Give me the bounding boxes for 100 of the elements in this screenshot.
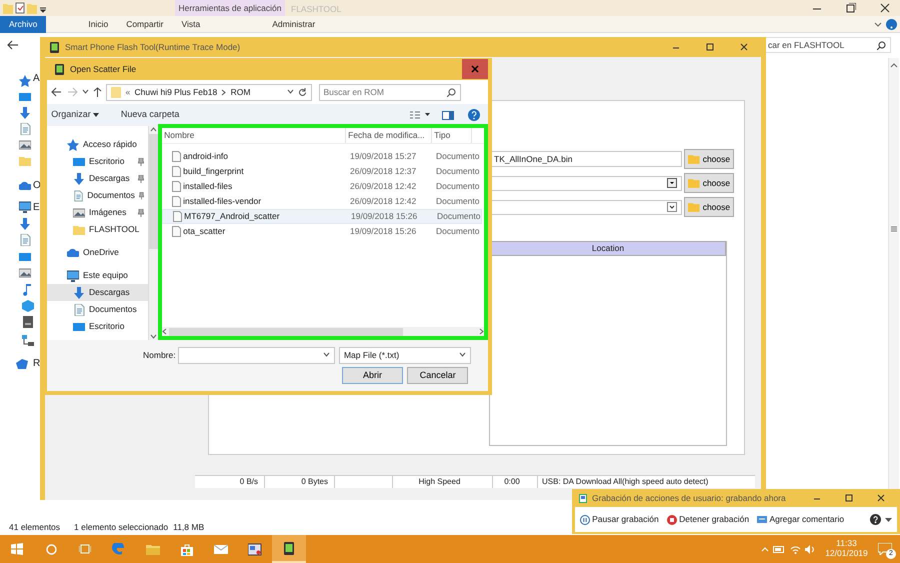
ribbon-tab[interactable]: Archivo [0,16,46,33]
breadcrumb-overflow[interactable]: « [126,86,130,98]
toolbar-button[interactable]: Pausar grabación [580,513,659,526]
close-icon[interactable] [880,3,890,13]
status-text: 41 elementos [9,521,60,534]
music-icon [23,284,33,296]
scroll-down-icon[interactable] [150,334,157,340]
nav-item[interactable]: FLASHTOOL [47,221,148,238]
view-options-icon[interactable] [410,111,430,119]
toolbar-button[interactable]: Detener grabación [667,513,750,526]
file-type-dropdown[interactable]: Map File (*.txt) [338,346,471,364]
file-row[interactable]: installed-files-vendor 26/09/2018 12:42 Documento [162,194,482,209]
column-header[interactable]: Tipo [432,128,472,143]
search-icon[interactable] [446,88,456,96]
search-icon[interactable] [877,40,886,50]
cancel-button[interactable]: Cancelar [407,367,468,384]
column-header[interactable]: Fecha de modifica... [346,128,432,143]
envelope-icon [214,542,228,556]
dropdown-icon[interactable] [322,352,330,358]
toolbar-button[interactable]: Agregar comentario [757,513,844,526]
file-row[interactable]: build_fingerprint 26/09/2018 12:37 Documento [162,164,482,179]
close-icon[interactable] [739,42,749,52]
chevron-up-icon[interactable] [761,546,770,552]
nav-item[interactable]: Documentos [47,187,148,204]
dropdown-field[interactable] [489,176,682,190]
maximize-icon[interactable] [705,42,715,52]
maximize-icon[interactable] [844,493,854,503]
up-arrow-icon[interactable] [93,87,102,97]
scroll-left-icon[interactable] [162,328,167,335]
wifi-icon[interactable] [790,544,801,554]
toolbar-button[interactable]: Nueva carpeta [120,108,180,122]
speaker-icon[interactable] [804,544,815,554]
ribbon-tab[interactable]: Inicio [79,16,118,33]
pin-icon[interactable] [138,208,144,216]
scroll-up-icon[interactable] [890,62,898,68]
help-icon[interactable] [870,514,881,525]
search-circle-icon[interactable] [46,544,56,554]
maximize-icon[interactable] [846,3,856,13]
ribbon-tab[interactable]: Compartir [117,16,172,33]
notification-icon[interactable] [878,543,892,556]
file-path-field[interactable]: TK_AllInOne_DA.bin [489,151,682,167]
battery-icon[interactable] [773,546,786,552]
breadcrumb-item[interactable]: ROM [230,86,251,98]
choose-button[interactable]: choose [684,197,734,217]
choose-button[interactable]: choose [684,173,734,193]
pin-icon[interactable] [138,192,144,200]
search-field[interactable]: car en FLASHTOOL [763,37,891,53]
refresh-icon[interactable] [298,88,308,96]
search-field[interactable]: Buscar en ROM [318,84,460,100]
nav-item[interactable]: Acceso rápido [47,136,148,153]
scroll-right-icon[interactable] [479,328,484,335]
nav-item-label[interactable]: R [33,356,40,371]
nav-item[interactable]: Imágenes [47,204,148,221]
taskbar-button[interactable] [272,535,306,563]
scrollbar-thumb[interactable] [149,134,158,249]
file-icon [172,181,181,192]
close-icon[interactable] [876,493,886,503]
breadcrumb-item[interactable]: Chuwi hi9 Plus Feb18 [134,86,218,98]
file-row[interactable]: android-info 19/09/2018 15:27 Documento [162,149,482,164]
nav-item[interactable]: Escritorio [47,318,148,335]
nav-item[interactable]: Este equipo [47,267,148,284]
file-row[interactable]: ota_scatter 19/09/2018 15:26 Documento [162,224,482,239]
filename-field[interactable] [178,346,335,364]
choose-button[interactable]: choose [684,149,734,169]
back-arrow-icon[interactable] [7,40,19,50]
ribbon-tab[interactable]: Vista [172,16,210,33]
dropdown-icon[interactable] [885,516,892,522]
nav-item[interactable]: Descargas [47,284,148,301]
dropdown-field[interactable] [489,200,682,214]
dropdown-icon[interactable] [287,89,294,95]
close-button[interactable] [462,59,488,79]
pin-icon[interactable] [138,158,144,166]
column-header[interactable]: Nombre [162,128,346,143]
file-icon [172,196,181,207]
column-header[interactable]: Location [490,241,726,256]
properties-icon[interactable] [15,2,26,14]
scroll-up-icon[interactable] [150,126,157,132]
ribbon-tab[interactable]: Administrar [263,16,324,33]
address-bar[interactable]: « Chuwi hi9 Plus Feb18 ROM [106,84,312,100]
preview-pane-icon[interactable] [442,110,454,120]
task-view-icon[interactable] [79,544,91,554]
open-button[interactable]: Abrir [342,367,403,384]
nav-item-label[interactable]: O [33,178,41,193]
windows-start-icon[interactable] [11,543,23,555]
nav-item-label[interactable]: E [33,200,40,215]
dropdown-icon[interactable] [458,352,466,358]
scrollbar-thumb[interactable] [169,328,403,336]
toolbar-button[interactable]: Organizar [51,108,99,122]
collapse-ribbon-icon[interactable] [874,21,882,29]
nav-item-label[interactable]: A [33,71,40,86]
file-row[interactable]: MT6797_Android_scatter 19/09/2018 15:26 Documento [162,209,482,224]
back-arrow-icon[interactable] [51,87,62,97]
nav-item[interactable]: OneDrive [47,244,148,261]
pin-icon[interactable] [138,174,144,182]
dropdown-icon[interactable] [82,89,89,95]
nav-item[interactable]: Escritorio [47,153,148,170]
star-icon [67,138,79,150]
nav-item[interactable]: Documentos [47,301,148,318]
file-row[interactable]: installed-files 26/09/2018 12:42 Documento [162,179,482,194]
nav-item[interactable]: Descargas [47,170,148,187]
